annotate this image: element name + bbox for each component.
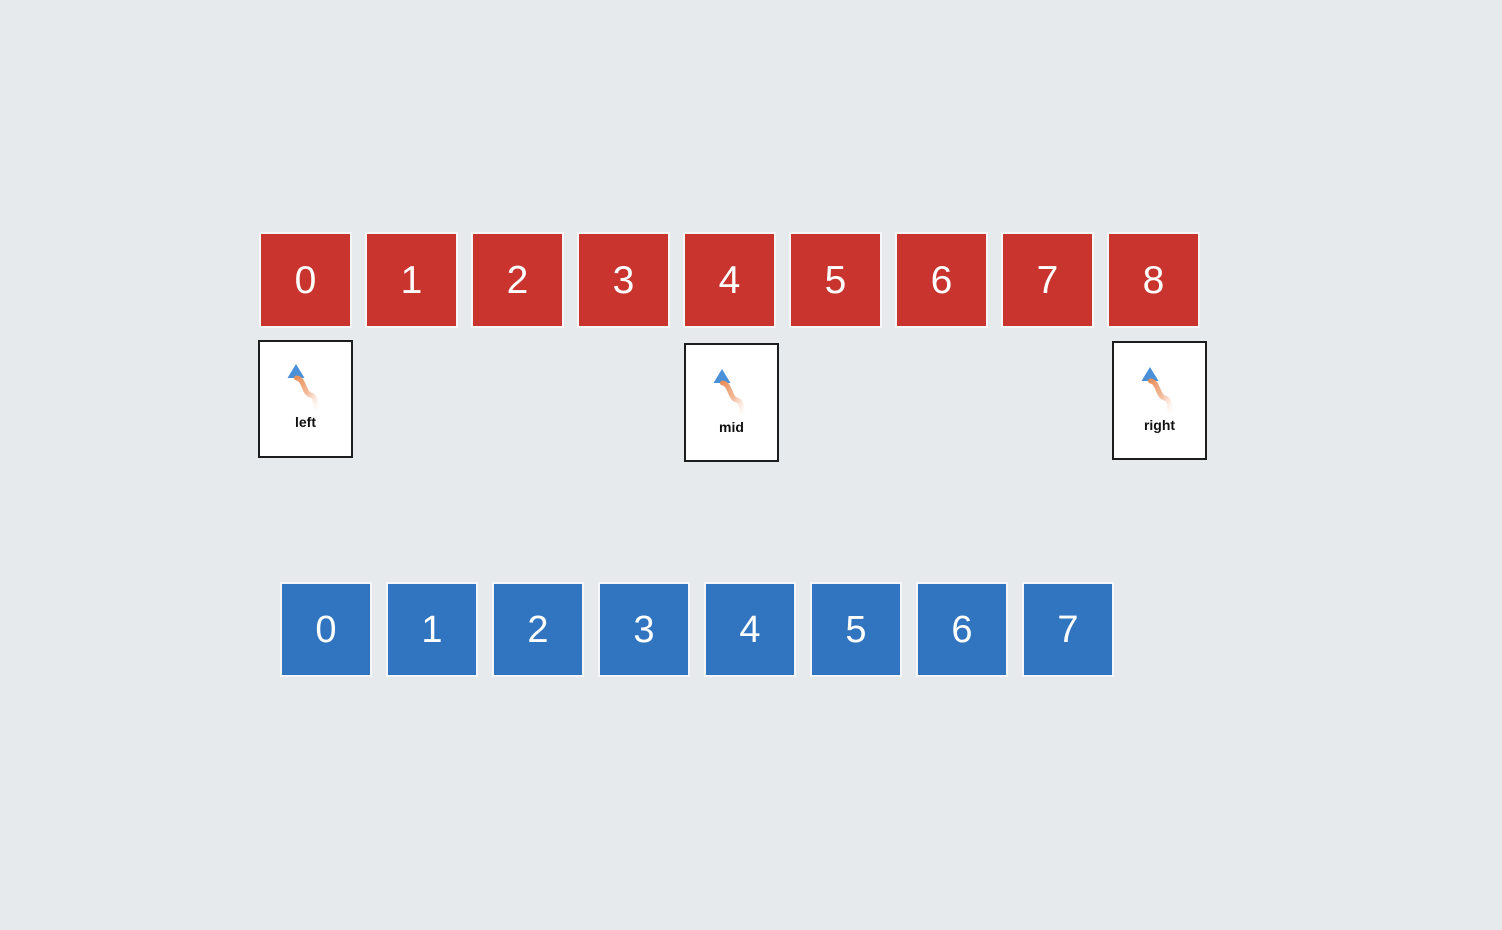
- array-cell[interactable]: 5: [789, 232, 882, 328]
- array-cell[interactable]: 1: [386, 582, 478, 677]
- array-cell-value: 4: [718, 258, 741, 302]
- pointer-label-left: left: [295, 414, 316, 430]
- array-cell-value: 4: [739, 608, 761, 651]
- arrow-up-curve-right-icon: [1141, 367, 1172, 413]
- pointer-label-right: right: [1143, 417, 1176, 433]
- array-cell-value: 1: [421, 608, 443, 651]
- bottom-array: 0 1 2 3 4 5 6 7: [280, 582, 1128, 677]
- pointer-card-left[interactable]: left: [258, 340, 353, 458]
- arrow-up-curve-right-icon: [287, 364, 318, 410]
- array-cell-value: 7: [1036, 258, 1059, 302]
- array-cell-value: 8: [1142, 258, 1165, 302]
- array-cell[interactable]: 2: [492, 582, 584, 677]
- array-cell[interactable]: 6: [916, 582, 1008, 677]
- array-cell-value: 6: [951, 608, 973, 651]
- array-cell-value: 6: [930, 258, 953, 302]
- array-cell-value: 3: [612, 258, 635, 302]
- array-cell[interactable]: 4: [704, 582, 796, 677]
- array-cell[interactable]: 8: [1107, 232, 1200, 328]
- array-cell[interactable]: 4: [683, 232, 776, 328]
- array-cell[interactable]: 7: [1001, 232, 1094, 328]
- array-cell[interactable]: 0: [280, 582, 372, 677]
- array-cell-value: 1: [400, 258, 423, 302]
- top-array: 0 1 2 3 4 5 6 7 8: [259, 232, 1200, 328]
- array-cell-value: 2: [527, 608, 549, 651]
- array-cell-value: 2: [506, 258, 529, 302]
- array-cell[interactable]: 0: [259, 232, 352, 328]
- visualization-stage: 0 1 2 3 4 5 6 7 8 left mid right 0 1 2 3…: [0, 0, 1502, 930]
- array-cell-value: 5: [845, 608, 867, 651]
- array-cell-value: 0: [315, 608, 337, 651]
- pointer-card-mid[interactable]: mid: [684, 343, 779, 462]
- arrow-up-curve-right-icon: [713, 369, 744, 415]
- pointer-label-mid: mid: [719, 419, 744, 435]
- array-cell[interactable]: 3: [598, 582, 690, 677]
- array-cell[interactable]: 7: [1022, 582, 1114, 677]
- array-cell-value: 7: [1057, 608, 1079, 651]
- array-cell[interactable]: 3: [577, 232, 670, 328]
- pointer-card-right[interactable]: right: [1112, 341, 1207, 460]
- array-cell[interactable]: 2: [471, 232, 564, 328]
- array-cell[interactable]: 1: [365, 232, 458, 328]
- array-cell-value: 3: [633, 608, 655, 651]
- array-cell-value: 5: [824, 258, 847, 302]
- array-cell[interactable]: 6: [895, 232, 988, 328]
- array-cell-value: 0: [294, 258, 317, 302]
- array-cell[interactable]: 5: [810, 582, 902, 677]
